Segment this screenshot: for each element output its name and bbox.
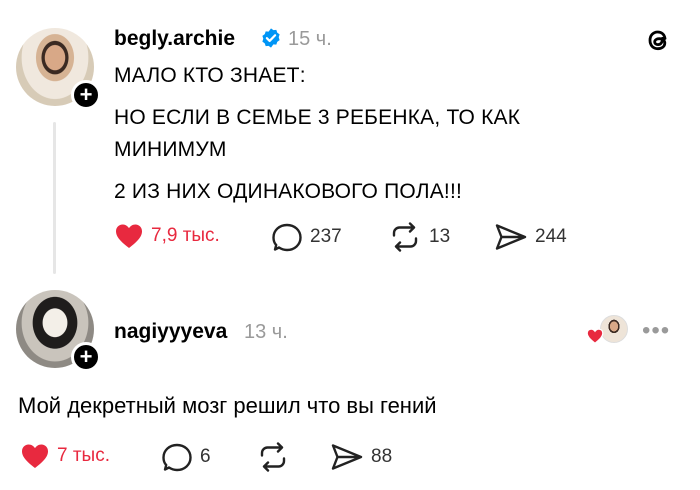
comment-button[interactable]: 6 [161,442,211,472]
thread-connector-line [53,122,56,274]
heart-icon [586,328,604,344]
post-text-line: МАЛО КТО ЗНАЕТ: [114,64,306,87]
reply-text: Мой декретный мозг решил что вы гений [18,393,437,418]
like-button[interactable]: 7,9 тыс. [114,222,220,250]
share-count: 88 [371,446,393,467]
post-text-line: МИНИМУМ [114,138,227,161]
repost-count: 13 [429,226,451,247]
post-username[interactable]: begly.archie [114,27,235,51]
comment-count: 237 [310,226,342,247]
like-button[interactable]: 7 тыс. [20,442,110,470]
liked-by-author-indicator [586,315,630,349]
heart-icon [22,444,48,468]
follow-plus-icon[interactable]: + [71,342,101,372]
comment-count: 6 [200,446,211,467]
share-count: 244 [535,226,567,247]
repost-icon [392,222,418,252]
share-button[interactable]: 88 [330,442,392,472]
share-icon [331,444,363,470]
reply-timestamp: 13 ч. [244,321,288,343]
share-icon [495,224,527,250]
follow-plus-icon[interactable]: + [71,80,101,110]
comment-button[interactable]: 237 [271,222,342,252]
more-options-icon[interactable]: ••• [642,317,670,345]
share-button[interactable]: 244 [494,222,567,252]
author-mini-avatar [600,315,628,343]
like-count: 7,9 тыс. [151,225,220,246]
repost-button[interactable] [256,442,290,472]
comment-icon [162,443,192,472]
threads-logo-icon[interactable] [642,24,674,56]
post-timestamp: 15 ч. [288,28,332,50]
verified-icon [262,28,280,48]
post-text-line: 2 ИЗ НИХ ОДИНАКОВОГО ПОЛА!!! [114,180,463,203]
repost-button[interactable]: 13 [388,222,450,252]
repost-icon [260,442,286,472]
reply-username[interactable]: nagiyyyeva [114,320,227,344]
heart-icon [116,224,142,248]
post-text-line: НО ЕСЛИ В СЕМЬЕ 3 РЕБЕНКА, ТО КАК [114,106,521,129]
comment-icon [272,223,302,252]
like-count: 7 тыс. [57,445,110,466]
